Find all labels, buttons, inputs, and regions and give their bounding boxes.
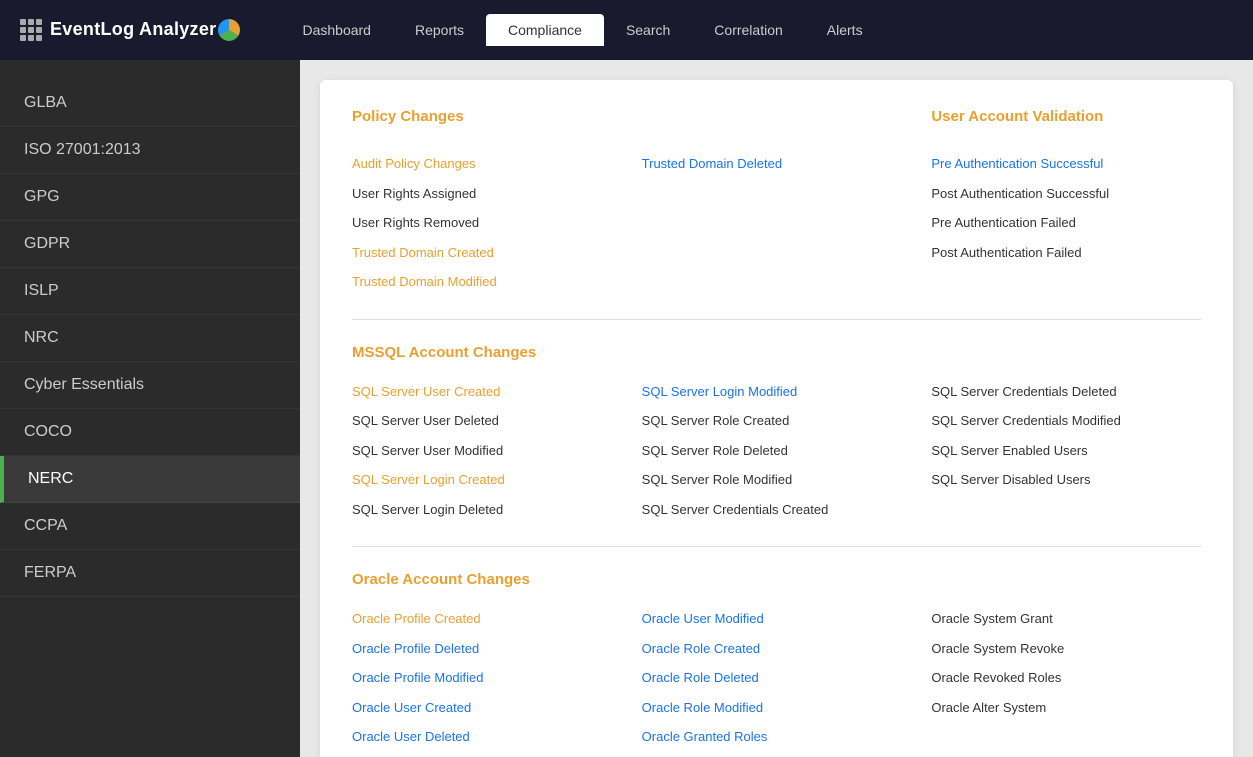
sidebar-item-glba[interactable]: GLBA bbox=[0, 80, 300, 127]
uav-pre-auth-success[interactable]: Pre Authentication Successful bbox=[931, 151, 1201, 177]
oracle-alter-system[interactable]: Oracle Alter System bbox=[931, 695, 1201, 721]
nav-compliance[interactable]: Compliance bbox=[486, 14, 604, 46]
mssql-login-modified[interactable]: SQL Server Login Modified bbox=[642, 379, 912, 405]
sidebar-item-islp[interactable]: ISLP bbox=[0, 268, 300, 315]
policy-link-trusted-modified[interactable]: Trusted Domain Modified bbox=[352, 269, 622, 295]
sidebar-item-ferpa[interactable]: FERPA bbox=[0, 550, 300, 597]
sidebar-item-ccpa[interactable]: CCPA bbox=[0, 503, 300, 550]
oracle-user-created[interactable]: Oracle User Created bbox=[352, 695, 622, 721]
uav-pre-auth-failed[interactable]: Pre Authentication Failed bbox=[931, 210, 1201, 236]
sidebar-item-cyber-essentials[interactable]: Cyber Essentials bbox=[0, 362, 300, 409]
sidebar-item-nrc[interactable]: NRC bbox=[0, 315, 300, 362]
oracle-role-deleted[interactable]: Oracle Role Deleted bbox=[642, 665, 912, 691]
oracle-grid: Oracle Profile Created Oracle Profile De… bbox=[352, 606, 1201, 750]
mssql-credentials-deleted[interactable]: SQL Server Credentials Deleted bbox=[931, 379, 1201, 405]
nav-search[interactable]: Search bbox=[604, 14, 692, 46]
brand-text: EventLog Analyzer bbox=[50, 19, 240, 41]
mssql-user-modified[interactable]: SQL Server User Modified bbox=[352, 438, 622, 464]
mssql-role-deleted[interactable]: SQL Server Role Deleted bbox=[642, 438, 912, 464]
mssql-disabled-users[interactable]: SQL Server Disabled Users bbox=[931, 467, 1201, 493]
policy-changes-title: Policy Changes bbox=[352, 108, 622, 125]
brand: EventLog Analyzer bbox=[20, 19, 240, 41]
oracle-system-grant[interactable]: Oracle System Grant bbox=[931, 606, 1201, 632]
sidebar-item-coco[interactable]: COCO bbox=[0, 409, 300, 456]
grid-icon bbox=[20, 19, 42, 41]
mssql-user-deleted[interactable]: SQL Server User Deleted bbox=[352, 408, 622, 434]
nav-dashboard[interactable]: Dashboard bbox=[280, 14, 393, 46]
nav-reports[interactable]: Reports bbox=[393, 14, 486, 46]
user-account-validation-title: User Account Validation bbox=[931, 108, 1201, 125]
mssql-login-created[interactable]: SQL Server Login Created bbox=[352, 467, 622, 493]
main-layout: GLBA ISO 27001:2013 GPG GDPR ISLP NRC Cy… bbox=[0, 60, 1253, 757]
brand-arc-icon bbox=[218, 19, 240, 41]
nav-alerts[interactable]: Alerts bbox=[805, 14, 885, 46]
oracle-user-modified[interactable]: Oracle User Modified bbox=[642, 606, 912, 632]
mssql-role-modified[interactable]: SQL Server Role Modified bbox=[642, 467, 912, 493]
policy-link-trusted-created[interactable]: Trusted Domain Created bbox=[352, 240, 622, 266]
nav-items: Dashboard Reports Compliance Search Corr… bbox=[280, 14, 884, 46]
policy-link-trusted-deleted[interactable]: Trusted Domain Deleted bbox=[642, 151, 912, 177]
mssql-user-created[interactable]: SQL Server User Created bbox=[352, 379, 622, 405]
mssql-title: MSSQL Account Changes bbox=[352, 344, 1201, 361]
oracle-role-modified[interactable]: Oracle Role Modified bbox=[642, 695, 912, 721]
policy-link-rights-assigned[interactable]: User Rights Assigned bbox=[352, 181, 622, 207]
oracle-title: Oracle Account Changes bbox=[352, 571, 1201, 588]
content-card: Policy Changes User Account Validation A… bbox=[320, 80, 1233, 757]
oracle-granted-roles[interactable]: Oracle Granted Roles bbox=[642, 724, 912, 750]
sidebar-item-iso27001[interactable]: ISO 27001:2013 bbox=[0, 127, 300, 174]
mssql-role-created[interactable]: SQL Server Role Created bbox=[642, 408, 912, 434]
mssql-credentials-modified[interactable]: SQL Server Credentials Modified bbox=[931, 408, 1201, 434]
oracle-system-revoke[interactable]: Oracle System Revoke bbox=[931, 636, 1201, 662]
sidebar-item-gpg[interactable]: GPG bbox=[0, 174, 300, 221]
mssql-login-deleted[interactable]: SQL Server Login Deleted bbox=[352, 497, 622, 523]
oracle-role-created[interactable]: Oracle Role Created bbox=[642, 636, 912, 662]
navbar: EventLog Analyzer Dashboard Reports Comp… bbox=[0, 0, 1253, 60]
oracle-user-deleted[interactable]: Oracle User Deleted bbox=[352, 724, 622, 750]
sidebar: GLBA ISO 27001:2013 GPG GDPR ISLP NRC Cy… bbox=[0, 60, 300, 757]
nav-correlation[interactable]: Correlation bbox=[692, 14, 804, 46]
mssql-grid: SQL Server User Created SQL Server User … bbox=[352, 379, 1201, 523]
divider-1 bbox=[352, 319, 1201, 320]
uav-post-auth-failed[interactable]: Post Authentication Failed bbox=[931, 240, 1201, 266]
oracle-profile-modified[interactable]: Oracle Profile Modified bbox=[352, 665, 622, 691]
policy-link-audit[interactable]: Audit Policy Changes bbox=[352, 151, 622, 177]
mssql-credentials-created[interactable]: SQL Server Credentials Created bbox=[642, 497, 912, 523]
uav-post-auth-success[interactable]: Post Authentication Successful bbox=[931, 181, 1201, 207]
divider-2 bbox=[352, 546, 1201, 547]
oracle-profile-created[interactable]: Oracle Profile Created bbox=[352, 606, 622, 632]
sidebar-item-nerc[interactable]: NERC bbox=[0, 456, 300, 503]
content-area: Policy Changes User Account Validation A… bbox=[300, 60, 1253, 757]
policy-link-rights-removed[interactable]: User Rights Removed bbox=[352, 210, 622, 236]
oracle-profile-deleted[interactable]: Oracle Profile Deleted bbox=[352, 636, 622, 662]
mssql-enabled-users[interactable]: SQL Server Enabled Users bbox=[931, 438, 1201, 464]
oracle-revoked-roles[interactable]: Oracle Revoked Roles bbox=[931, 665, 1201, 691]
sidebar-item-gdpr[interactable]: GDPR bbox=[0, 221, 300, 268]
